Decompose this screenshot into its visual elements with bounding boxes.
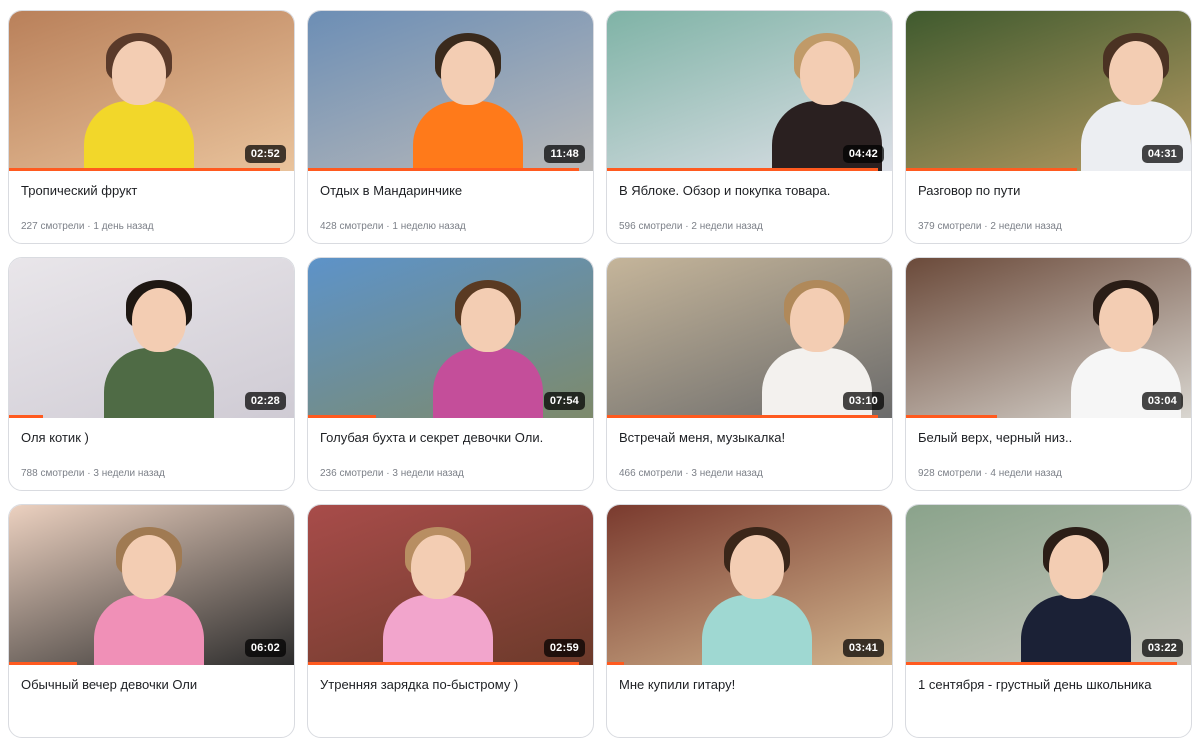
video-meta: 466 смотрели · 3 недели назад xyxy=(619,468,880,479)
watch-progress-bar xyxy=(9,415,44,418)
view-count: 928 смотрели xyxy=(918,468,982,479)
video-meta: 428 смотрели · 1 неделю назад xyxy=(320,221,581,232)
video-thumbnail[interactable]: 02:52 xyxy=(9,11,294,171)
video-thumbnail[interactable]: 04:31 xyxy=(906,11,1191,171)
upload-age: 4 недели назад xyxy=(990,468,1062,479)
video-title[interactable]: 1 сентября - грустный день школьника xyxy=(918,677,1179,692)
video-title[interactable]: Оля котик ) xyxy=(21,430,282,445)
video-card[interactable]: 07:54 Голубая бухта и секрет девочки Оли.… xyxy=(307,257,594,491)
video-card[interactable]: 02:52 Тропический фрукт 227 смотрели · 1 д… xyxy=(8,10,295,244)
video-card[interactable]: 03:22 1 сентября - грустный день школьник… xyxy=(905,504,1192,738)
duration-badge: 04:31 xyxy=(1141,145,1183,163)
watch-progress-bar xyxy=(308,662,579,665)
video-meta: 227 смотрели · 1 день назад xyxy=(21,221,282,232)
watch-progress-bar xyxy=(9,662,78,665)
video-card[interactable]: 02:28 Оля котик ) 788 смотрели · 3 недели … xyxy=(8,257,295,491)
video-thumbnail[interactable]: 11:48 xyxy=(308,11,593,171)
thumbnail-person xyxy=(79,33,199,171)
thumbnail-person xyxy=(378,527,498,665)
upload-age: 3 недели назад xyxy=(392,468,464,479)
video-title[interactable]: Мне купили гитару! xyxy=(619,677,880,692)
upload-age: 1 день назад xyxy=(93,221,154,232)
watch-progress-bar xyxy=(9,168,280,171)
video-title[interactable]: Утренняя зарядка по-быстрому ) xyxy=(320,677,581,692)
video-card[interactable]: 04:31 Разговор по пути 379 смотрели · 2 не… xyxy=(905,10,1192,244)
upload-age: 2 недели назад xyxy=(990,221,1062,232)
watch-progress-bar xyxy=(906,662,1177,665)
view-count: 379 смотрели xyxy=(918,221,982,232)
duration-badge: 02:28 xyxy=(244,392,286,410)
video-title[interactable]: Белый верх, черный низ.. xyxy=(918,430,1179,445)
watch-progress-bar xyxy=(906,168,1077,171)
video-thumbnail[interactable]: 02:59 xyxy=(308,505,593,665)
thumbnail-person xyxy=(408,33,528,171)
video-card[interactable]: 03:04 Белый верх, черный низ.. 928 смотрел… xyxy=(905,257,1192,491)
video-meta: 788 смотрели · 3 недели назад xyxy=(21,468,282,479)
watch-progress-bar xyxy=(308,415,377,418)
upload-age: 3 недели назад xyxy=(93,468,165,479)
video-title[interactable]: Отдых в Мандаринчике xyxy=(320,183,581,198)
video-card[interactable]: 03:41 Мне купили гитару! xyxy=(606,504,893,738)
view-count: 428 смотрели xyxy=(320,221,384,232)
thumbnail-person xyxy=(99,280,219,418)
video-title[interactable]: Голубая бухта и секрет девочки Оли. xyxy=(320,430,581,445)
duration-badge: 02:52 xyxy=(244,145,286,163)
video-card[interactable]: 11:48 Отдых в Мандаринчике 428 смотрели · … xyxy=(307,10,594,244)
duration-badge: 03:04 xyxy=(1141,392,1183,410)
view-count: 466 смотрели xyxy=(619,468,683,479)
duration-badge: 04:42 xyxy=(842,145,884,163)
video-thumbnail[interactable]: 03:41 xyxy=(607,505,892,665)
video-card[interactable]: 06:02 Обычный вечер девочки Оли xyxy=(8,504,295,738)
view-count: 788 смотрели xyxy=(21,468,85,479)
video-meta: 596 смотрели · 2 недели назад xyxy=(619,221,880,232)
video-grid: 02:52 Тропический фрукт 227 смотрели · 1 д… xyxy=(8,10,1192,738)
upload-age: 2 недели назад xyxy=(691,221,763,232)
duration-badge: 11:48 xyxy=(544,145,585,163)
watch-progress-bar xyxy=(906,415,998,418)
duration-badge: 06:02 xyxy=(244,639,286,657)
video-thumbnail[interactable]: 07:54 xyxy=(308,258,593,418)
duration-badge: 02:59 xyxy=(543,639,585,657)
duration-badge: 07:54 xyxy=(543,392,585,410)
watch-progress-bar xyxy=(607,662,625,665)
thumbnail-person xyxy=(1016,527,1136,665)
video-thumbnail[interactable]: 04:42 xyxy=(607,11,892,171)
duration-badge: 03:10 xyxy=(842,392,884,410)
video-thumbnail[interactable]: 03:22 xyxy=(906,505,1191,665)
video-title[interactable]: Встречай меня, музыкалка! xyxy=(619,430,880,445)
thumbnail-person xyxy=(428,280,548,418)
video-title[interactable]: В Яблоке. Обзор и покупка товара. xyxy=(619,183,880,198)
duration-badge: 03:41 xyxy=(842,639,884,657)
upload-age: 1 неделю назад xyxy=(392,221,466,232)
video-thumbnail[interactable]: 02:28 xyxy=(9,258,294,418)
video-title[interactable]: Тропический фрукт xyxy=(21,183,282,198)
video-meta: 236 смотрели · 3 недели назад xyxy=(320,468,581,479)
video-thumbnail[interactable]: 06:02 xyxy=(9,505,294,665)
watch-progress-bar xyxy=(607,168,878,171)
duration-badge: 03:22 xyxy=(1141,639,1183,657)
video-title[interactable]: Разговор по пути xyxy=(918,183,1179,198)
video-thumbnail[interactable]: 03:10 xyxy=(607,258,892,418)
video-thumbnail[interactable]: 03:04 xyxy=(906,258,1191,418)
video-title[interactable]: Обычный вечер девочки Оли xyxy=(21,677,282,692)
video-meta: 379 смотрели · 2 недели назад xyxy=(918,221,1179,232)
thumbnail-person xyxy=(89,527,209,665)
upload-age: 3 недели назад xyxy=(691,468,763,479)
video-card[interactable]: 03:10 Встречай меня, музыкалка! 466 смотре… xyxy=(606,257,893,491)
view-count: 236 смотрели xyxy=(320,468,384,479)
view-count: 227 смотрели xyxy=(21,221,85,232)
video-meta: 928 смотрели · 4 недели назад xyxy=(918,468,1179,479)
watch-progress-bar xyxy=(308,168,579,171)
view-count: 596 смотрели xyxy=(619,221,683,232)
video-card[interactable]: 04:42 В Яблоке. Обзор и покупка товара. 59… xyxy=(606,10,893,244)
video-card[interactable]: 02:59 Утренняя зарядка по-быстрому ) xyxy=(307,504,594,738)
watch-progress-bar xyxy=(607,415,878,418)
thumbnail-person xyxy=(697,527,817,665)
